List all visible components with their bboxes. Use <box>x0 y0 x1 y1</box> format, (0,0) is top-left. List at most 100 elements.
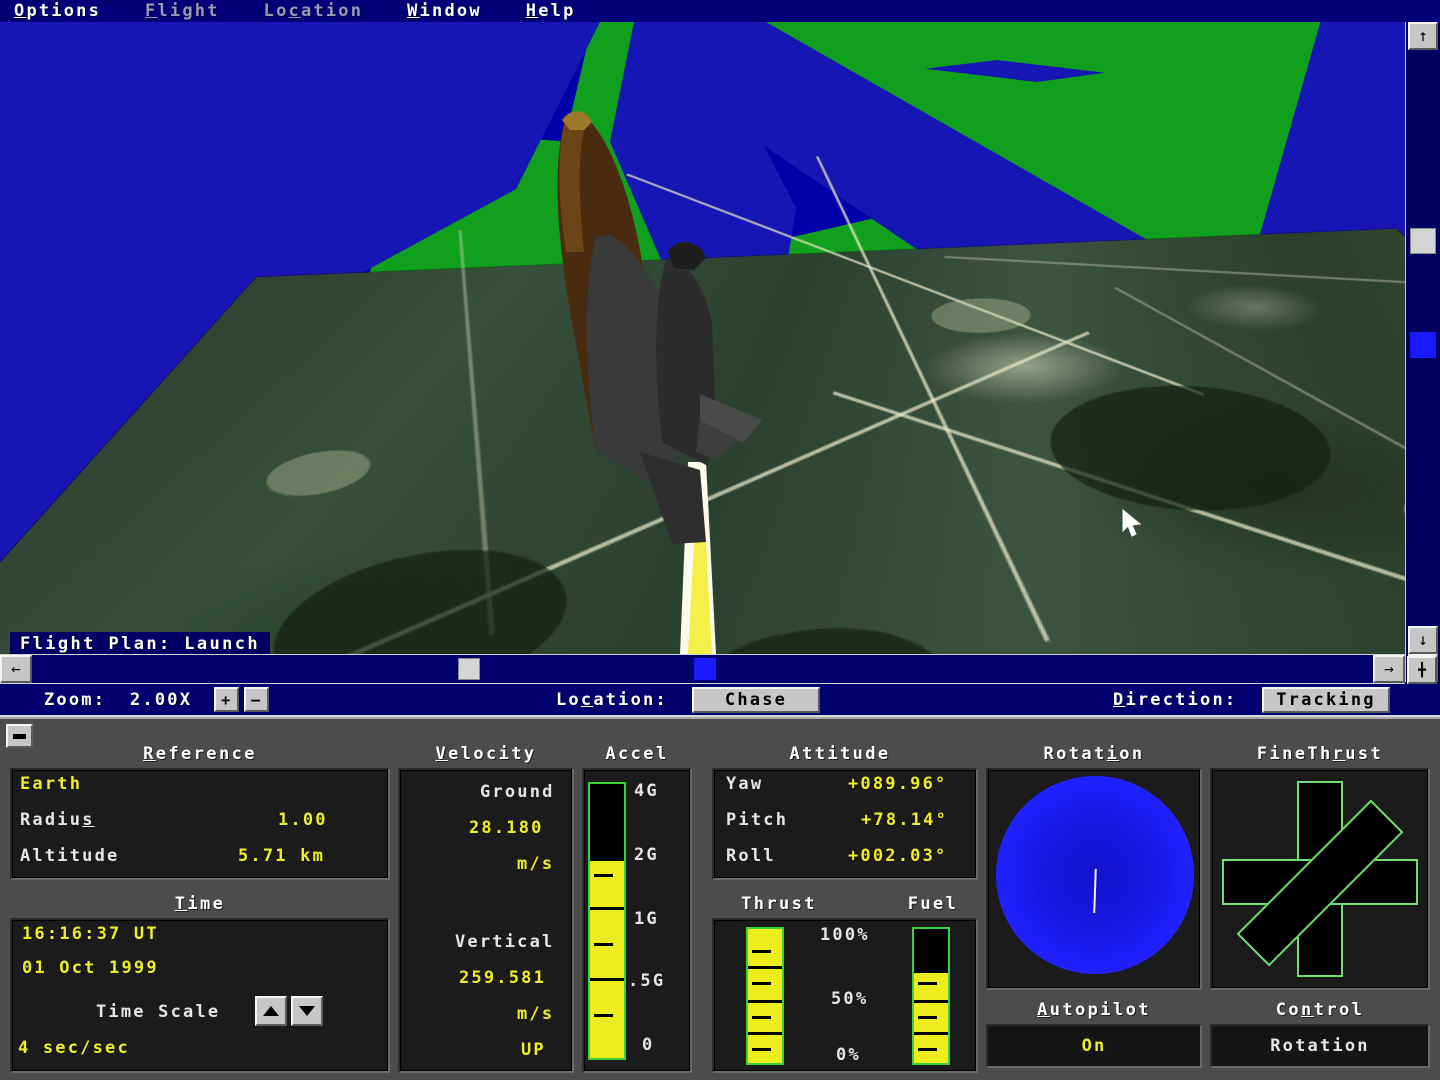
thrust-tick-minor <box>752 1016 771 1019</box>
menu-location[interactable]: Location <box>264 1 364 21</box>
thrust-gauge <box>746 927 784 1065</box>
triangle-down-icon <box>299 1006 315 1016</box>
triangle-up-icon <box>263 1006 279 1016</box>
thrust-scale-100: 100% <box>820 925 870 945</box>
control-title: Control <box>1210 1000 1430 1020</box>
attitude-roll-label: Roll <box>726 846 776 866</box>
attitude-title: Attitude <box>702 744 978 764</box>
control-bar: Zoom: 2.00X + – Location: Chase Directio… <box>0 684 1440 717</box>
accel-tick-minor <box>594 1014 613 1017</box>
accel-gauge-fill <box>590 861 624 1058</box>
accel-tick-label-4g: 4G <box>634 781 659 801</box>
location-value-button[interactable]: Chase <box>692 687 820 713</box>
vertical-scroll-thumb[interactable] <box>1410 228 1436 254</box>
rotation-ball[interactable] <box>996 776 1194 974</box>
attitude-pitch-label: Pitch <box>726 810 788 830</box>
velocity-vertical-direction: UP <box>521 1040 546 1060</box>
attitude-yaw-value: +089.96° <box>848 774 947 794</box>
direction-value-button[interactable]: Tracking <box>1262 687 1390 713</box>
velocity-vertical-value: 259.581 <box>459 968 546 988</box>
rotation-title: Rotation <box>986 744 1202 764</box>
fuel-tick-major <box>914 1000 948 1003</box>
zoom-label: Zoom: <box>44 690 106 710</box>
scroll-right-button[interactable]: → <box>1373 655 1405 683</box>
thrust-title: Thrust <box>714 894 844 914</box>
accel-tick-minor <box>594 943 613 946</box>
menu-flight[interactable]: Flight <box>145 1 220 21</box>
velocity-ground-label: Ground <box>480 782 555 802</box>
time-clock: 16:16:37 UT <box>22 924 159 944</box>
zoom-value: 2.00X <box>130 690 192 710</box>
velocity-vertical-unit: m/s <box>517 1004 554 1024</box>
autopilot-value: On <box>1082 1036 1107 1056</box>
location-label: Location: <box>556 690 668 710</box>
minimize-icon <box>13 734 26 739</box>
menu-options[interactable]: Options <box>14 1 101 21</box>
autopilot-button[interactable]: On <box>986 1024 1202 1068</box>
fuel-tick-minor <box>918 1048 937 1051</box>
time-date: 01 Oct 1999 <box>22 958 159 978</box>
terrain-clearing <box>1388 485 1405 545</box>
velocity-readout[interactable] <box>398 768 574 1073</box>
accel-tick-label-zero: 0 <box>642 1035 654 1055</box>
control-value: Rotation <box>1270 1036 1369 1056</box>
velocity-ground-value: 28.180 <box>469 818 544 838</box>
horizontal-scroll-marker <box>694 658 716 680</box>
terrain-road <box>945 256 1405 285</box>
accel-tick-label-1g: 1G <box>634 909 659 929</box>
zoom-out-button[interactable]: – <box>244 687 269 712</box>
fuel-tick-major <box>914 1032 948 1035</box>
reference-radius-label: Radius <box>20 810 95 830</box>
velocity-vertical-label: Vertical <box>455 932 554 952</box>
horizontal-scroll-center-button[interactable]: ╋ <box>1407 656 1437 684</box>
scroll-left-button[interactable]: ← <box>0 655 32 683</box>
menu-help[interactable]: Help <box>526 1 576 21</box>
fuel-title: Fuel <box>878 894 988 914</box>
time-scale-increase-button[interactable] <box>255 996 287 1026</box>
attitude-pitch-value: +78.14° <box>861 810 948 830</box>
fuel-tick-minor <box>918 1016 937 1019</box>
accel-tick-major <box>590 978 624 981</box>
menu-bar: Options Flight Location Window Help <box>0 0 1440 22</box>
terrain-clearing <box>253 448 380 499</box>
horizontal-scrollbar[interactable]: ← → <box>0 654 1405 684</box>
accel-tick-label-half-g: .5G <box>628 971 665 991</box>
terrain-clearing <box>929 296 1037 335</box>
finethrust-title: FineThrust <box>1210 744 1430 764</box>
autopilot-title: Autopilot <box>986 1000 1202 1020</box>
accel-title: Accel <box>582 744 692 764</box>
terrain-road <box>73 331 1090 654</box>
vertical-scrollbar[interactable]: ↑ ↓ ╋ <box>1405 22 1440 682</box>
thrust-gauge-fill <box>748 929 782 1063</box>
control-button[interactable]: Rotation <box>1210 1024 1430 1068</box>
thrust-tick-major <box>748 1000 782 1003</box>
vertical-scroll-marker <box>1410 332 1436 358</box>
3d-viewport[interactable]: Flight Plan: Launch <box>0 22 1405 654</box>
terrain-forest <box>679 620 961 654</box>
horizontal-scroll-thumb[interactable] <box>458 658 480 680</box>
thrust-tick-minor <box>752 1048 771 1051</box>
accel-tick-major <box>590 907 624 910</box>
thrust-tick-minor <box>752 950 771 953</box>
reference-body: Earth <box>20 774 82 794</box>
fuel-tick-minor <box>918 982 937 985</box>
application-window: Options Flight Location Window Help <box>0 0 1440 1080</box>
time-scale-value: 4 sec/sec <box>18 1038 130 1058</box>
velocity-title: Velocity <box>398 744 574 764</box>
thrust-scale-0: 0% <box>836 1045 861 1065</box>
scroll-down-button[interactable]: ↓ <box>1408 626 1438 654</box>
time-title: Time <box>10 894 390 914</box>
time-scale-decrease-button[interactable] <box>291 996 323 1026</box>
instrument-panel: Reference Earth Radius 1.00 Altitude 5.7… <box>0 717 1440 1080</box>
velocity-ground-unit: m/s <box>517 854 554 874</box>
scroll-up-button[interactable]: ↑ <box>1408 22 1438 50</box>
attitude-roll-value: +002.03° <box>848 846 947 866</box>
zoom-in-button[interactable]: + <box>214 687 239 712</box>
accel-tick-minor <box>594 874 613 877</box>
terrain-forest <box>236 542 583 654</box>
fuel-gauge <box>912 927 950 1065</box>
menu-window[interactable]: Window <box>407 1 482 21</box>
reference-title: Reference <box>10 744 390 764</box>
reference-altitude-label: Altitude <box>20 846 119 866</box>
thrust-tick-major <box>748 1032 782 1035</box>
